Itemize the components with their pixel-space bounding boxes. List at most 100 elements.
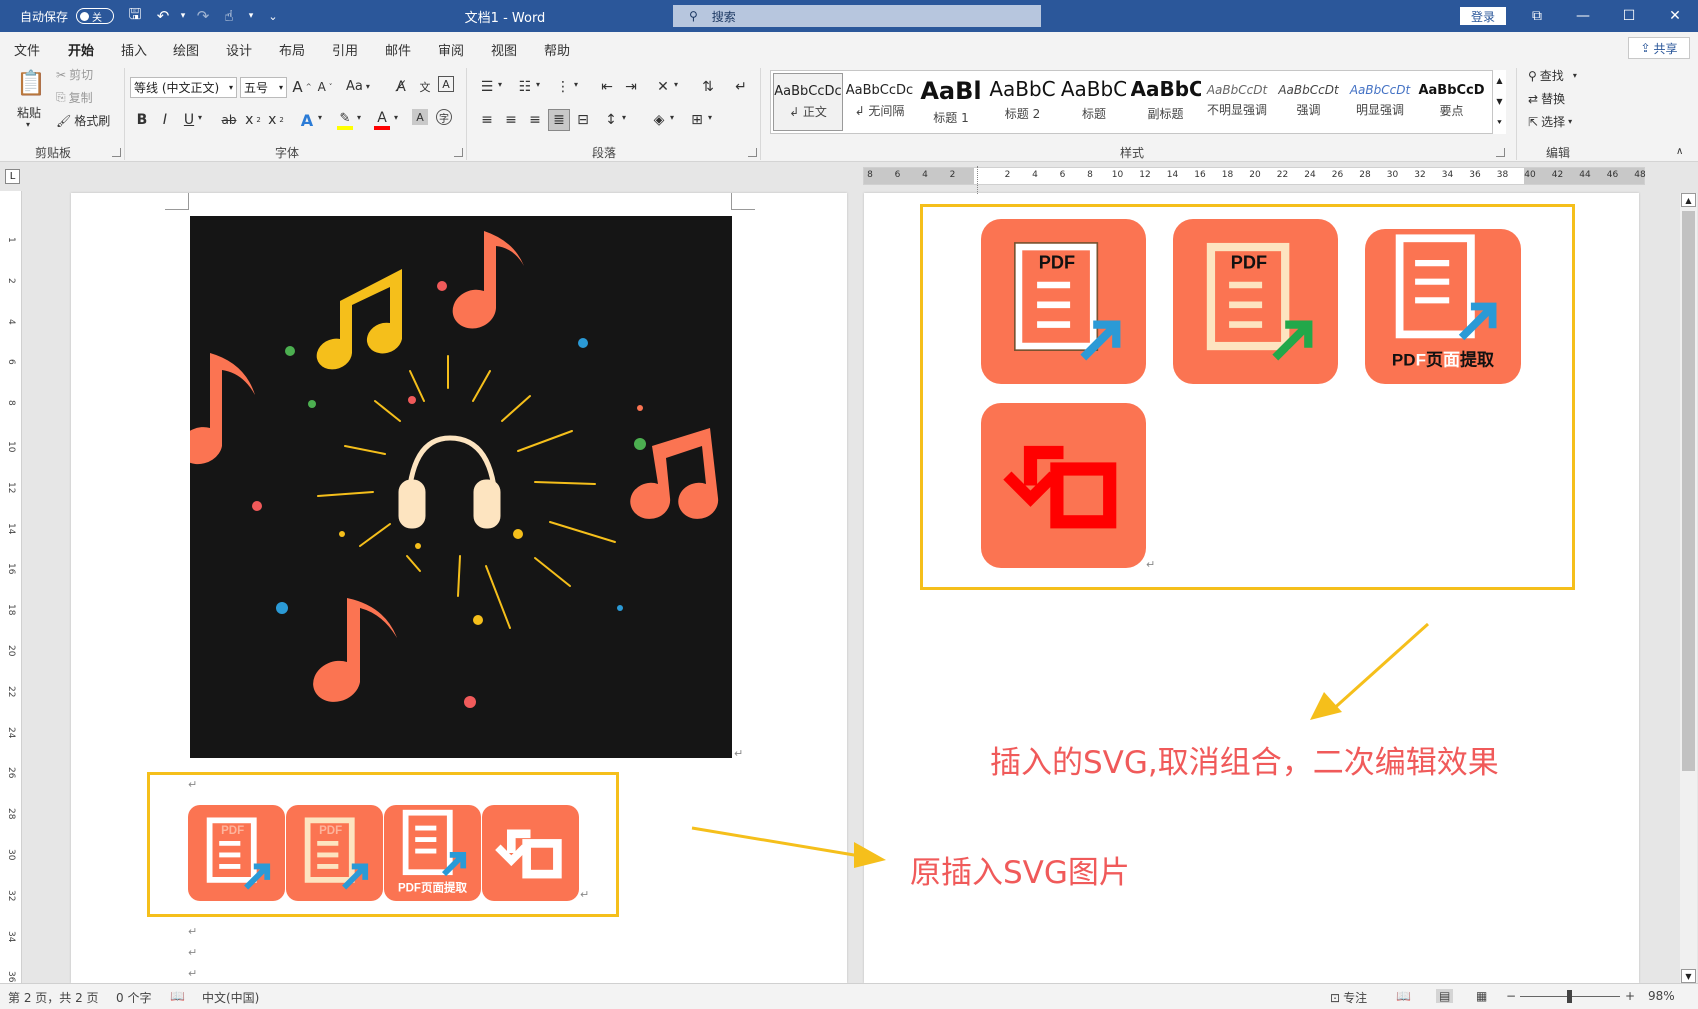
styles-launcher-icon[interactable] xyxy=(1496,148,1505,157)
tab-draw[interactable]: 绘图 xyxy=(173,40,199,59)
tab-view[interactable]: 视图 xyxy=(491,40,517,59)
scroll-down-icon[interactable]: ▼ xyxy=(1681,969,1696,983)
find-button[interactable]: ⚲ 查找 ▾ xyxy=(1528,67,1577,84)
pdf-icon-small-2[interactable]: PDF xyxy=(286,805,383,901)
font-launcher-icon[interactable] xyxy=(454,148,463,157)
tab-references[interactable]: 引用 xyxy=(332,40,358,59)
style-item[interactable]: AaBbCcDt 明显强调 xyxy=(1345,73,1415,131)
tab-layout[interactable]: 布局 xyxy=(279,40,305,59)
text-effects-dropdown-icon[interactable]: ▾ xyxy=(318,113,322,122)
tab-design[interactable]: 设计 xyxy=(226,40,252,59)
chevron-down-icon[interactable]: ▼ xyxy=(1496,97,1502,106)
numbering-icon[interactable]: ☷ xyxy=(514,76,536,98)
proofing-icon[interactable]: 📖 xyxy=(170,989,185,1003)
tab-mailings[interactable]: 邮件 xyxy=(385,40,411,59)
tab-selector[interactable]: L xyxy=(5,169,20,184)
scroll-up-icon[interactable]: ▲ xyxy=(1681,193,1696,207)
asian-layout-dropdown-icon[interactable]: ▾ xyxy=(674,80,678,89)
pdf-extract-icon-small[interactable]: PDF页面提取 xyxy=(384,805,481,901)
character-border-icon[interactable]: A xyxy=(438,76,454,92)
style-item[interactable]: AaBbCcDt 不明显强调 xyxy=(1202,73,1272,131)
underline-dropdown-icon[interactable]: ▾ xyxy=(198,113,202,122)
music-headphones-image[interactable] xyxy=(190,216,732,758)
italic-button[interactable]: I xyxy=(154,109,176,131)
paste-button[interactable]: 粘贴 xyxy=(17,104,41,121)
copy-button[interactable]: ⎘ 复制 xyxy=(56,89,93,106)
close-icon[interactable]: ✕ xyxy=(1652,0,1698,32)
enclose-characters-icon[interactable]: 字 xyxy=(436,109,452,125)
collapse-ribbon-icon[interactable]: ∧ xyxy=(1676,146,1683,157)
page-count[interactable]: 第 2 页，共 2 页 xyxy=(8,989,99,1006)
character-shading-icon[interactable]: A xyxy=(412,109,428,125)
borders-icon[interactable]: ⊞ xyxy=(686,109,708,131)
login-button[interactable]: 登录 xyxy=(1460,7,1506,25)
format-painter-button[interactable]: 🖌 格式刷 xyxy=(56,112,110,129)
zoom-level[interactable]: 98% xyxy=(1648,989,1675,1003)
print-layout-icon[interactable]: ▤ xyxy=(1436,989,1454,1003)
pdf-extract-icon-edited[interactable]: PDF页面提取 xyxy=(1365,229,1521,384)
scrollbar-thumb[interactable] xyxy=(1682,211,1695,771)
rotate-icon-small[interactable] xyxy=(482,805,579,901)
tab-review[interactable]: 审阅 xyxy=(438,40,464,59)
numbering-dropdown-icon[interactable]: ▾ xyxy=(536,80,540,89)
shading-icon[interactable]: ◈ xyxy=(648,109,670,131)
font-color-dropdown-icon[interactable]: ▾ xyxy=(394,113,398,122)
tab-help[interactable]: 帮助 xyxy=(544,40,570,59)
phonetic-guide-icon[interactable]: 文 xyxy=(414,76,436,98)
minimize-icon[interactable]: — xyxy=(1560,0,1606,32)
ribbon-display-icon[interactable]: ⧉ xyxy=(1514,0,1560,32)
line-spacing-icon[interactable]: ↕ xyxy=(600,109,622,131)
distributed-icon[interactable]: ⊟ xyxy=(572,109,594,131)
strikethrough-button[interactable]: ab xyxy=(218,109,240,131)
style-item[interactable]: AaBbCcD 要点 xyxy=(1417,73,1487,131)
style-item[interactable]: AaBbC 副标题 xyxy=(1131,73,1201,131)
language-indicator[interactable]: 中文(中国) xyxy=(202,989,259,1006)
paste-dropdown-icon[interactable]: ▾ xyxy=(26,120,30,129)
grow-font-button[interactable]: A ^ xyxy=(291,76,313,98)
line-spacing-dropdown-icon[interactable]: ▾ xyxy=(622,113,626,122)
font-name-select[interactable]: 等线 (中文正文) ▾ xyxy=(130,77,237,98)
decrease-indent-icon[interactable]: ⇤ xyxy=(596,76,618,98)
paste-icon[interactable]: 📋 xyxy=(16,68,46,98)
multilevel-dropdown-icon[interactable]: ▾ xyxy=(574,80,578,89)
style-item[interactable]: AaBbC 标题 xyxy=(1059,73,1129,131)
asian-layout-icon[interactable]: ✕ xyxy=(652,76,674,98)
focus-mode-button[interactable]: ⊡ 专注 xyxy=(1330,989,1367,1006)
pdf-icon-edited-2[interactable]: PDF xyxy=(1173,219,1338,384)
borders-dropdown-icon[interactable]: ▾ xyxy=(708,113,712,122)
word-count[interactable]: 0 个字 xyxy=(116,989,151,1006)
horizontal-ruler[interactable]: 8 6 4 2 2 4 6 8 10 12 14 16 18 20 22 24 26 28 30 32 34 36 38 40… xyxy=(863,167,1646,185)
clipboard-launcher-icon[interactable] xyxy=(112,148,121,157)
justify-icon[interactable]: ≣ xyxy=(548,109,570,131)
align-left-icon[interactable]: ≡ xyxy=(476,109,498,131)
text-effects-icon[interactable]: A xyxy=(296,109,318,131)
multilevel-list-icon[interactable]: ⋮ xyxy=(552,76,574,98)
paragraph-launcher-icon[interactable] xyxy=(748,148,757,157)
bold-button[interactable]: B xyxy=(131,109,153,131)
search-box[interactable]: ⚲ 搜索 xyxy=(673,5,1041,27)
font-size-select[interactable]: 五号 ▾ xyxy=(240,77,287,98)
chevron-up-icon[interactable]: ▲ xyxy=(1496,76,1502,85)
align-center-icon[interactable]: ≡ xyxy=(500,109,522,131)
zoom-in-icon[interactable]: + xyxy=(1625,989,1635,1003)
tab-file[interactable]: 文件 xyxy=(14,40,40,59)
web-layout-icon[interactable]: ▦ xyxy=(1476,989,1487,1003)
pdf-icon-edited-1[interactable]: PDF xyxy=(981,219,1146,384)
maximize-icon[interactable]: ☐ xyxy=(1606,0,1652,32)
select-button[interactable]: ⇱ 选择 ▾ xyxy=(1528,113,1572,130)
sort-icon[interactable]: ⇅ xyxy=(697,76,719,98)
rotate-icon-edited[interactable] xyxy=(981,403,1146,568)
show-marks-icon[interactable]: ↵ xyxy=(730,76,752,98)
bullets-icon[interactable]: ☰ xyxy=(476,76,498,98)
style-item[interactable]: AaBl 标题 1 xyxy=(916,73,986,131)
styles-scroll[interactable]: ▲ ▼ ⯆ xyxy=(1492,70,1506,134)
align-right-icon[interactable]: ≡ xyxy=(524,109,546,131)
tab-home[interactable]: 开始 xyxy=(68,40,95,65)
replace-button[interactable]: ⇄ 替换 xyxy=(1528,90,1565,107)
read-mode-icon[interactable]: 📖 xyxy=(1396,989,1411,1003)
shrink-font-button[interactable]: A ˅ xyxy=(314,76,336,98)
highlight-dropdown-icon[interactable]: ▾ xyxy=(357,113,361,122)
zoom-slider-thumb[interactable] xyxy=(1567,990,1572,1003)
subscript-button[interactable]: x2 xyxy=(242,109,264,131)
style-item[interactable]: AaBbC 标题 2 xyxy=(988,73,1058,131)
